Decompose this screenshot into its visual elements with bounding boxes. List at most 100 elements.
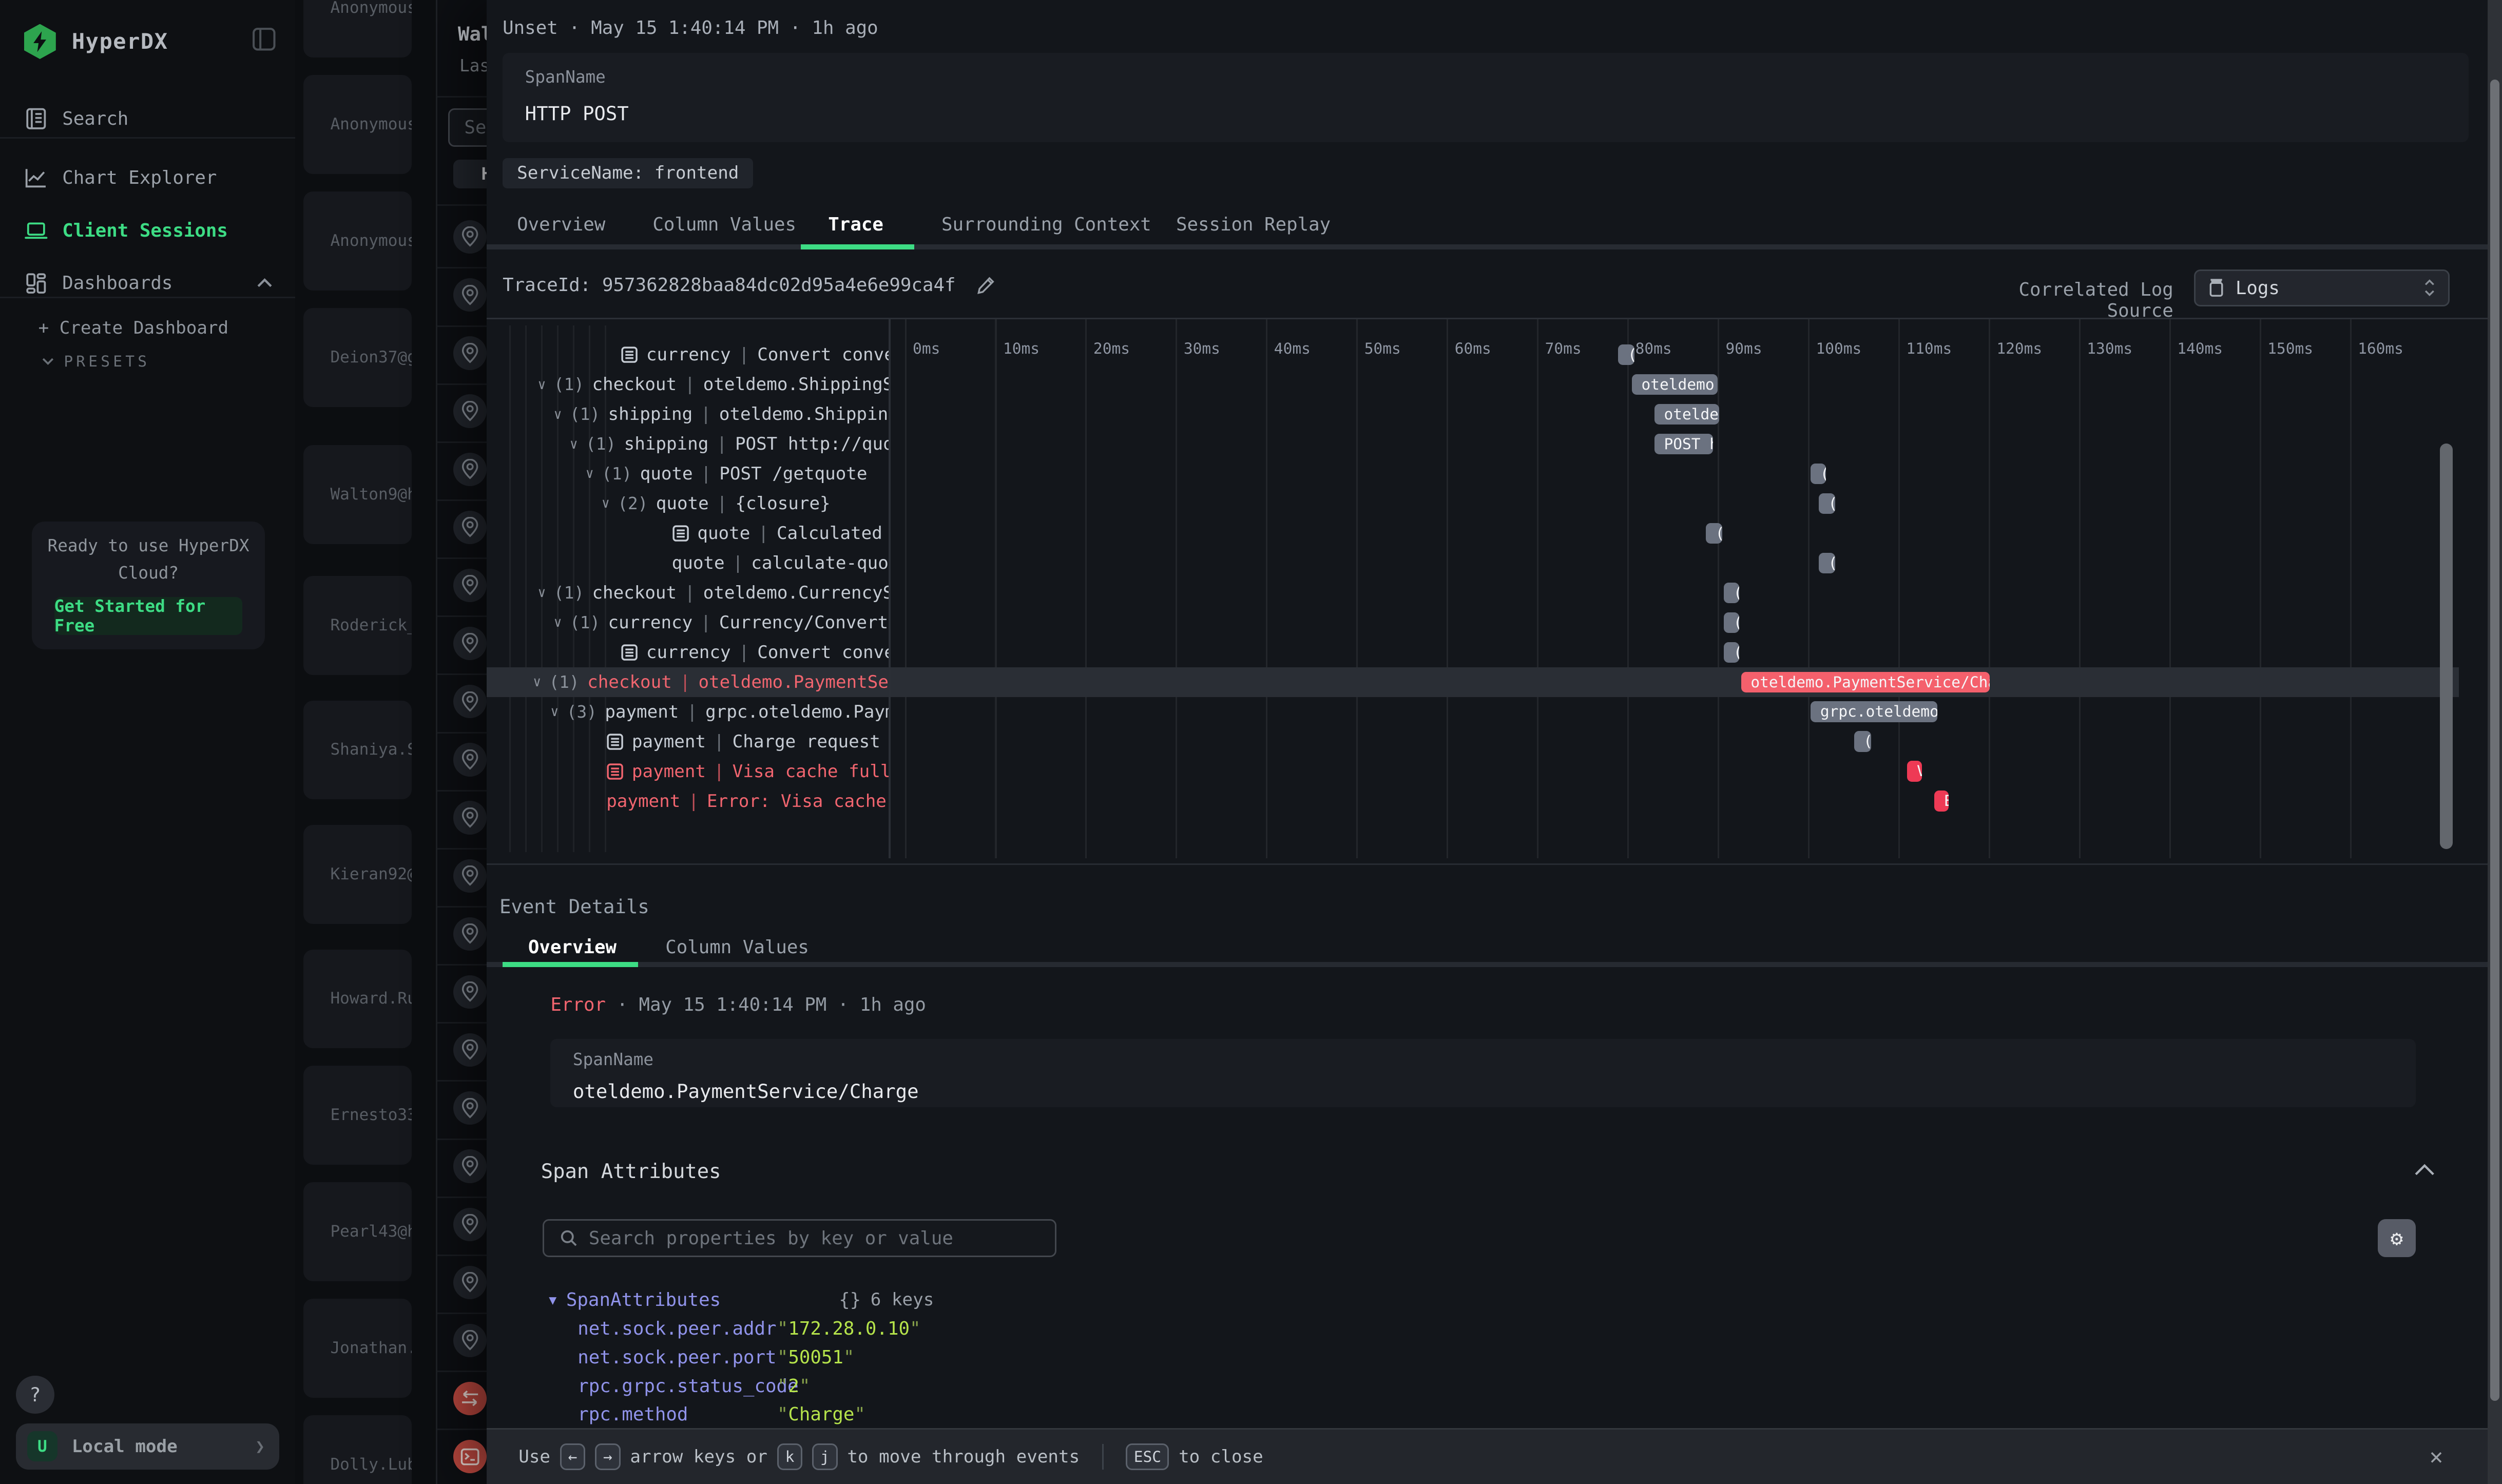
window-scrollbar[interactable] xyxy=(2488,0,2502,1484)
session-event-row[interactable] xyxy=(437,906,488,966)
session-event-row[interactable] xyxy=(437,615,488,675)
session-card[interactable]: Anonymous xyxy=(303,0,412,57)
service-name-badge[interactable]: ServiceName: frontend xyxy=(503,158,753,188)
session-card[interactable]: Dolly.Lubo xyxy=(303,1415,412,1484)
get-started-button[interactable]: Get Started for Free xyxy=(54,597,243,635)
span-duration-bar[interactable]: oteldemo.PaymentService/Charge xyxy=(1741,672,1990,692)
trace-span-row[interactable]: quote | calculate-quote ( xyxy=(487,548,2459,578)
attribute-row[interactable]: net.sock.peer.port 50051 xyxy=(578,1347,2014,1371)
session-event-row[interactable] xyxy=(437,732,488,792)
trace-span-row[interactable]: ∨ (1) checkout | oteldemo.CurrencySe… ( xyxy=(487,578,2459,608)
session-search-input[interactable]: Sea xyxy=(448,108,488,147)
attribute-row[interactable]: rpc.grpc.status_code 2 xyxy=(578,1376,2014,1400)
session-event-row[interactable] xyxy=(437,1197,488,1256)
span-duration-bar[interactable]: ( xyxy=(1724,612,1739,633)
span-duration-bar[interactable]: oteldemo.ShippingService xyxy=(1632,374,1718,395)
trace-span-row[interactable]: ∨ (1) quote | POST /getquote ( xyxy=(487,459,2459,489)
close-icon[interactable]: ✕ xyxy=(2430,1444,2443,1470)
session-card[interactable]: Shaniya.Sc xyxy=(303,701,412,800)
span-duration-bar[interactable]: grpc.oteldemo.PaymentService xyxy=(1811,701,1937,722)
session-event-row[interactable] xyxy=(437,848,488,908)
session-card[interactable]: Pearl43@ho xyxy=(303,1182,412,1281)
sidebar-item-chart-explorer[interactable]: Chart Explorer xyxy=(0,160,295,196)
tab-column-values[interactable]: Column Values xyxy=(652,214,796,235)
session-event-row[interactable] xyxy=(437,1313,488,1372)
session-event-row[interactable] xyxy=(437,964,488,1024)
session-event-row[interactable] xyxy=(437,1371,488,1430)
session-event-row[interactable] xyxy=(437,673,488,733)
session-event-row[interactable] xyxy=(437,1022,488,1082)
tab-trace[interactable]: Trace xyxy=(828,214,883,235)
session-event-row[interactable] xyxy=(437,557,488,617)
chevron-down-icon[interactable]: ∨ xyxy=(533,674,541,690)
attributes-root-row[interactable]: ▼ SpanAttributes {} 6 keys xyxy=(549,1289,934,1310)
span-duration-bar[interactable]: ( xyxy=(1706,523,1722,544)
span-duration-bar[interactable]: Visa cache full xyxy=(1907,761,1921,781)
event-tab-overview[interactable]: Overview xyxy=(528,937,617,958)
trace-span-row[interactable]: ∨ (2) quote | {closure} ( xyxy=(487,489,2459,518)
log-source-select[interactable]: Logs xyxy=(2194,269,2449,306)
span-duration-bar[interactable]: POST http://quote xyxy=(1654,434,1713,454)
session-event-row[interactable] xyxy=(437,790,488,850)
trace-span-row[interactable]: quote | Calculated q… ( xyxy=(487,518,2459,548)
chevron-down-icon[interactable]: ∨ xyxy=(586,466,594,481)
span-duration-bar[interactable]: ( xyxy=(1618,344,1634,365)
attributes-search-input[interactable]: Search properties by key or value xyxy=(543,1219,1056,1258)
trace-span-row[interactable]: ∨ (1) currency | Currency/Convert ( xyxy=(487,608,2459,638)
collapse-section-chevron-icon[interactable] xyxy=(2414,1163,2435,1176)
waterfall-scrollbar-thumb[interactable] xyxy=(2440,444,2453,849)
highlighted-filter-button[interactable]: H xyxy=(453,160,488,188)
sidebar-item-client-sessions[interactable]: Client Sessions xyxy=(0,212,295,248)
trace-span-row[interactable]: payment | Charge request rec… ( xyxy=(487,727,2459,757)
span-duration-bar[interactable]: ( xyxy=(1819,553,1835,573)
presets-toggle[interactable]: PRESETS xyxy=(42,353,150,370)
tab-surrounding-context[interactable]: Surrounding Context xyxy=(941,214,1151,235)
session-card[interactable]: Anonymous xyxy=(303,191,412,291)
trace-span-row[interactable]: payment | Visa cache full: c… Visa cache… xyxy=(487,757,2459,786)
session-event-row[interactable] xyxy=(437,209,488,268)
trace-span-row[interactable]: ∨ (1) checkout | oteldemo.PaymentServi… … xyxy=(487,667,2459,697)
chevron-down-icon[interactable]: ∨ xyxy=(538,377,546,393)
trace-span-row[interactable]: currency | Convert convers… ( xyxy=(487,638,2459,667)
chevron-down-icon[interactable]: ∨ xyxy=(570,436,578,452)
session-card[interactable]: Roderick_S xyxy=(303,576,412,675)
session-event-row[interactable] xyxy=(437,441,488,501)
chevron-down-icon[interactable]: ∨ xyxy=(550,704,559,720)
span-duration-bar[interactable]: oteldemo.Shipping xyxy=(1654,404,1720,425)
pane-splitter[interactable] xyxy=(889,319,890,859)
chevron-down-icon[interactable]: ∨ xyxy=(538,585,546,601)
tab-overview[interactable]: Overview xyxy=(517,214,605,235)
session-event-row[interactable] xyxy=(437,383,488,443)
session-event-row[interactable] xyxy=(437,325,488,385)
trace-span-row[interactable]: ∨ (1) checkout | oteldemo.ShippingSe… ot… xyxy=(487,370,2459,399)
chevron-down-icon[interactable]: ∨ xyxy=(602,495,610,511)
span-duration-bar[interactable]: ( xyxy=(1724,583,1739,603)
attribute-row[interactable]: rpc.method Charge xyxy=(578,1404,2014,1428)
settings-gear-button[interactable]: ⚙ xyxy=(2378,1219,2416,1258)
chevron-down-icon[interactable]: ∨ xyxy=(554,614,562,630)
event-tab-column-values[interactable]: Column Values xyxy=(665,937,809,958)
attribute-row[interactable]: net.sock.peer.addr 172.28.0.10 xyxy=(578,1318,2014,1342)
session-event-row[interactable] xyxy=(437,1139,488,1198)
create-dashboard-button[interactable]: + Create Dashboard xyxy=(39,318,229,338)
session-card[interactable]: Kieran92@h xyxy=(303,825,412,924)
collapse-sidebar-icon[interactable] xyxy=(252,27,276,51)
span-duration-bar[interactable]: ( xyxy=(1819,493,1835,514)
help-button[interactable]: ? xyxy=(16,1376,54,1414)
span-duration-bar[interactable]: ( xyxy=(1854,731,1871,751)
session-card[interactable]: Walton9@ho xyxy=(303,445,412,544)
session-card[interactable]: Anonymous xyxy=(303,75,412,174)
session-card[interactable]: Ernesto33@ xyxy=(303,1066,412,1165)
trace-span-row[interactable]: payment | Error: Visa cache ful… Error: … xyxy=(487,786,2459,816)
span-duration-bar[interactable]: ( xyxy=(1724,642,1739,663)
session-card[interactable]: Howard.Run xyxy=(303,950,412,1049)
session-event-row[interactable] xyxy=(437,1429,488,1484)
session-event-row[interactable] xyxy=(437,1255,488,1314)
session-event-row[interactable] xyxy=(437,499,488,559)
sidebar-item-search[interactable]: Search xyxy=(0,101,295,137)
trace-span-row[interactable]: ∨ (1) shipping | oteldemo.Shipping… otel… xyxy=(487,399,2459,429)
span-duration-bar[interactable]: Error: Visa cache full xyxy=(1934,791,1949,811)
window-scrollbar-thumb[interactable] xyxy=(2490,80,2500,1401)
user-menu[interactable]: U Local mode ❯ xyxy=(16,1423,279,1470)
trace-span-row[interactable]: currency | Convert convers… ( xyxy=(487,340,2459,370)
